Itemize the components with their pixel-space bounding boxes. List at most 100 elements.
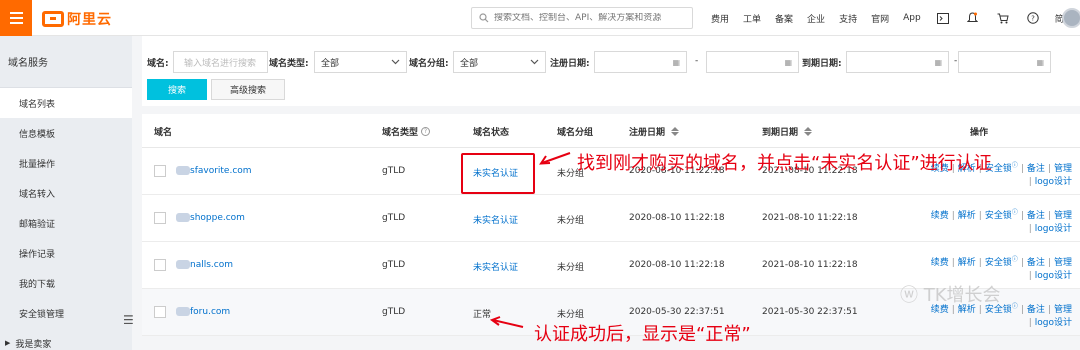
help-icon[interactable]: ⓘ [1012, 303, 1018, 310]
row-ops: 续费 | 解析 | 安全锁ⓘ | 备注 | 管理 | logo设计 [902, 206, 1072, 236]
manage-link[interactable]: 管理 [1054, 164, 1072, 174]
domain-link[interactable]: foru.com [190, 307, 230, 317]
status-link[interactable]: 未实名认证 [473, 213, 518, 226]
sidebar-item-security-lock[interactable]: 安全锁管理 [0, 298, 132, 328]
note-link[interactable]: 备注 [1027, 305, 1045, 315]
domain-link[interactable]: nalls.com [190, 260, 233, 270]
annotation-bottom: 认证成功后，显示是“正常” [534, 324, 751, 345]
reg-date-start[interactable]: ▦ [594, 51, 687, 73]
cart-icon[interactable] [995, 10, 1011, 26]
renew-link[interactable]: 续费 [931, 211, 949, 221]
help-icon[interactable]: ? [1025, 10, 1041, 26]
menu-icon[interactable] [0, 0, 32, 36]
row-checkbox[interactable] [154, 306, 166, 318]
type-select-value: 全部 [321, 58, 340, 69]
sidebar-item-domain-list[interactable]: 域名列表 [0, 88, 132, 118]
nav-enterprise[interactable]: 企业 [807, 12, 825, 25]
row-checkbox[interactable] [154, 212, 166, 224]
group-value: 未分组 [557, 216, 585, 226]
sort-icon[interactable] [671, 127, 680, 136]
help-icon[interactable]: ⓘ [1012, 162, 1018, 169]
exp-date-start[interactable]: ▦ [846, 51, 949, 73]
resolve-link[interactable]: 解析 [958, 211, 976, 221]
separator: | [1028, 224, 1032, 234]
nav-icp[interactable]: 备案 [775, 12, 793, 25]
col-exp-date[interactable]: 到期日期 [762, 125, 813, 138]
separator: | [1047, 305, 1051, 315]
resolve-link[interactable]: 解析 [958, 258, 976, 268]
search-input[interactable] [494, 13, 684, 23]
watermark: ⓦ TK增长会 [900, 281, 1001, 307]
bell-icon[interactable] [965, 10, 981, 26]
note-link[interactable]: 备注 [1027, 164, 1045, 174]
search-button[interactable]: 搜索 [147, 79, 207, 100]
nav-support[interactable]: 支持 [839, 12, 857, 25]
sidebar-item-op-log[interactable]: 操作记录 [0, 238, 132, 268]
sidebar-item-batch-ops[interactable]: 批量操作 [0, 148, 132, 178]
advanced-search-button[interactable]: 高级搜索 [211, 79, 285, 100]
arrow-icon [489, 316, 524, 328]
aliyun-logo-icon [42, 11, 64, 27]
group-select[interactable]: 全部 [453, 51, 546, 73]
logo-design-link[interactable]: logo设计 [1035, 224, 1072, 234]
sidebar-collapse-icon[interactable]: ☰ [123, 313, 134, 327]
caret-right-icon: ▶ [5, 339, 11, 347]
note-link[interactable]: 备注 [1027, 258, 1045, 268]
col-reg-date[interactable]: 注册日期 [629, 125, 680, 138]
exp-date-end[interactable]: ▦ [958, 51, 1051, 73]
row-checkbox[interactable] [154, 165, 166, 177]
separator: | [978, 211, 982, 221]
col-ops: 操作 [970, 128, 989, 138]
nav-official-site[interactable]: 官网 [871, 12, 889, 25]
lock-link[interactable]: 安全锁 [985, 258, 1012, 268]
status-link[interactable]: 未实名认证 [473, 260, 518, 273]
help-icon[interactable]: ⓘ [1012, 256, 1018, 263]
sidebar-item-seller[interactable]: ▶ 我是卖家 [0, 328, 132, 350]
table-row: shoppe.com gTLD 未实名认证 未分组 2020-08-10 11:… [142, 195, 1080, 242]
help-icon[interactable]: ⓘ [1012, 209, 1018, 216]
terminal-icon[interactable] [935, 10, 951, 26]
separator: | [1020, 258, 1024, 268]
reg-date-value: 2020-08-10 11:22:18 [629, 213, 725, 223]
manage-link[interactable]: 管理 [1054, 258, 1072, 268]
logo-design-link[interactable]: logo设计 [1035, 271, 1072, 281]
separator: | [1028, 271, 1032, 281]
separator: | [1047, 164, 1051, 174]
lock-link[interactable]: 安全锁 [985, 211, 1012, 221]
renew-link[interactable]: 续费 [931, 258, 949, 268]
sidebar-item-downloads[interactable]: 我的下载 [0, 268, 132, 298]
logo-design-link[interactable]: logo设计 [1035, 177, 1072, 187]
search-icon [479, 13, 489, 23]
group-value: 未分组 [557, 310, 585, 320]
domain-link[interactable]: sfavorite.com [190, 166, 252, 176]
calendar-icon: ▦ [672, 57, 680, 67]
group-select-value: 全部 [460, 58, 479, 69]
row-checkbox[interactable] [154, 259, 166, 271]
sidebar-item-email-verify[interactable]: 邮箱验证 [0, 208, 132, 238]
domain-type: gTLD [382, 260, 406, 270]
global-search[interactable] [471, 7, 693, 29]
nav-billing[interactable]: 费用 [711, 12, 729, 25]
reg-date-end[interactable]: ▦ [706, 51, 799, 73]
note-link[interactable]: 备注 [1027, 211, 1045, 221]
reg-date-value: 2020-05-30 22:37:51 [629, 307, 725, 317]
date-dash: - [695, 56, 699, 66]
nav-app[interactable]: App [903, 13, 921, 23]
reg-date-value: 2020-08-10 11:22:18 [629, 260, 725, 270]
avatar[interactable] [1062, 8, 1080, 28]
col-status: 域名状态 [473, 128, 510, 138]
sort-icon[interactable] [804, 127, 813, 136]
aliyun-logo[interactable]: 阿里云 [42, 9, 112, 29]
redacted-domain [176, 260, 190, 269]
manage-link[interactable]: 管理 [1054, 305, 1072, 315]
domain-link[interactable]: shoppe.com [190, 213, 245, 223]
redacted-domain [176, 213, 190, 222]
domain-search-input[interactable]: 输入域名进行搜索 [173, 51, 268, 73]
question-icon[interactable]: ? [421, 127, 431, 136]
sidebar-item-domain-transfer[interactable]: 域名转入 [0, 178, 132, 208]
nav-ticket[interactable]: 工单 [743, 12, 761, 25]
type-select[interactable]: 全部 [314, 51, 407, 73]
logo-design-link[interactable]: logo设计 [1035, 318, 1072, 328]
manage-link[interactable]: 管理 [1054, 211, 1072, 221]
sidebar-item-info-template[interactable]: 信息模板 [0, 118, 132, 148]
